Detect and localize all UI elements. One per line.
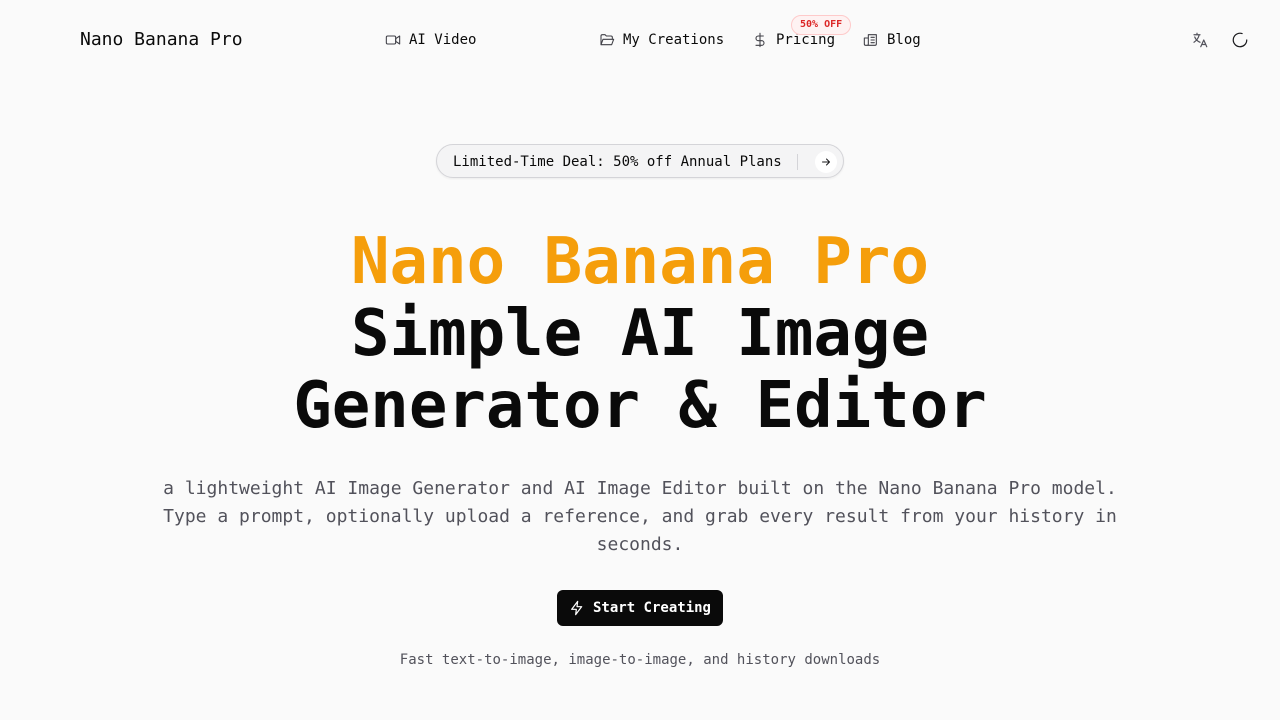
lightning-bolt-icon bbox=[571, 600, 583, 616]
dollar-sign-icon bbox=[755, 32, 765, 48]
hero-tagline: Fast text-to-image, image-to-image, and … bbox=[399, 652, 881, 668]
page: Nano Banana Pro AI Video My Creations Pr… bbox=[0, 0, 1280, 720]
hero-title-line3: Generator & Editor bbox=[293, 369, 987, 443]
start-creating-button[interactable]: Start Creating bbox=[557, 590, 723, 626]
hero-title-brand: Nano Banana Pro bbox=[351, 225, 929, 299]
nav-ai-video-label: AI Video bbox=[409, 32, 477, 48]
arrow-right-icon bbox=[822, 158, 830, 166]
nav-blog-label: Blog bbox=[887, 32, 921, 48]
folder-open-icon bbox=[600, 34, 615, 46]
nav-my-creations-label: My Creations bbox=[623, 32, 725, 48]
nav-blog[interactable]: Blog bbox=[863, 30, 921, 50]
deal-divider bbox=[797, 154, 798, 170]
hero-description: a lightweight AI Image Generator and AI … bbox=[163, 478, 1117, 555]
video-camera-icon bbox=[385, 35, 401, 45]
start-creating-label: Start Creating bbox=[592, 600, 711, 616]
deal-arrow-button[interactable] bbox=[815, 151, 837, 173]
limited-deal-banner[interactable]: Limited-Time Deal: 50% off Annual Plans bbox=[436, 144, 844, 178]
theme-toggle-button[interactable] bbox=[1230, 30, 1250, 50]
nav-ai-video[interactable]: AI Video bbox=[385, 30, 476, 50]
translate-icon bbox=[1193, 32, 1208, 48]
hero-title-line2: Simple AI Image bbox=[351, 297, 929, 371]
newspaper-icon bbox=[863, 34, 877, 46]
brand-logo[interactable]: Nano Banana Pro bbox=[80, 29, 243, 51]
deal-text: Limited-Time Deal: 50% off Annual Plans bbox=[453, 154, 782, 170]
language-button[interactable] bbox=[1190, 30, 1210, 50]
theme-toggle-icon bbox=[1232, 32, 1248, 48]
top-nav: Nano Banana Pro AI Video My Creations Pr… bbox=[0, 0, 1280, 80]
nav-my-creations[interactable]: My Creations bbox=[599, 30, 724, 50]
hero-title: Nano Banana Pro Simple AI Image Generato… bbox=[0, 226, 1280, 442]
pricing-discount-badge: 50% OFF bbox=[791, 15, 852, 35]
